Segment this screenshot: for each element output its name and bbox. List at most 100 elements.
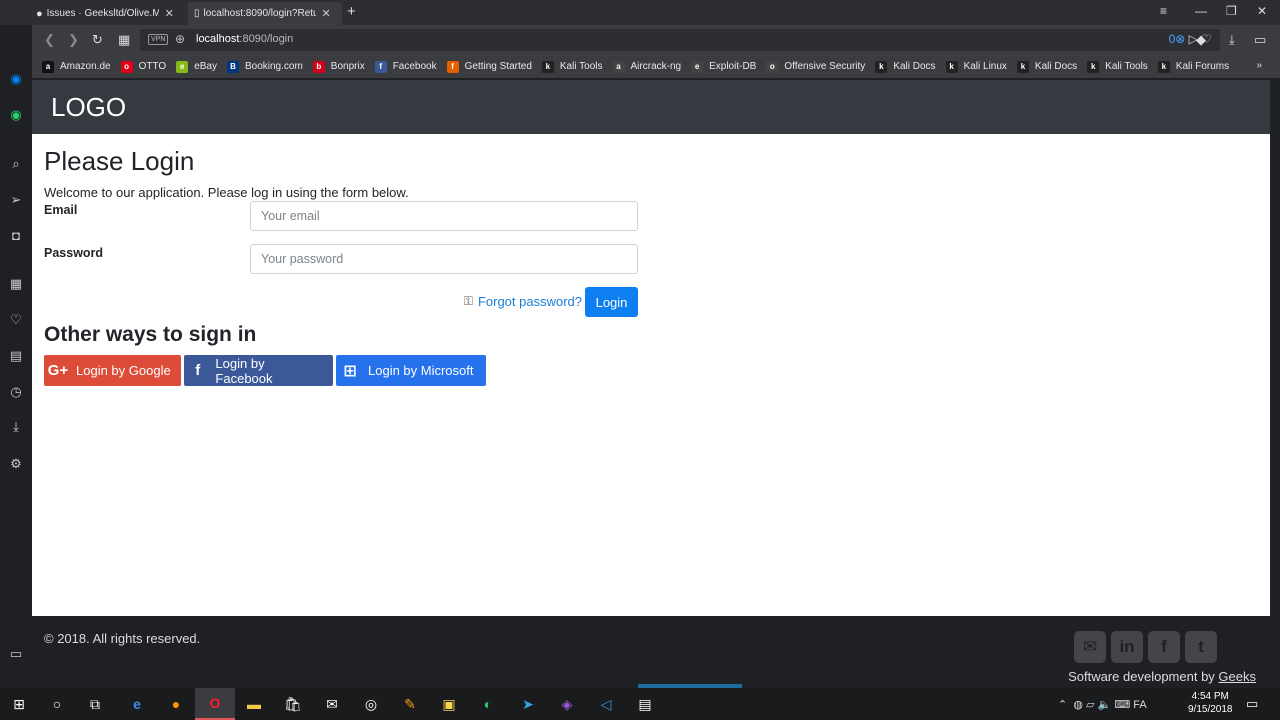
send-icon[interactable]: ➢ <box>7 191 25 209</box>
minimize-icon[interactable]: — <box>1195 4 1207 18</box>
bookmark-item[interactable]: k Kali Linux <box>945 60 1007 73</box>
bookmark-item[interactable]: k Kali Forums <box>1157 60 1229 73</box>
telegram-icon[interactable]: ➤ <box>517 694 539 714</box>
language-indicator[interactable]: FA <box>1133 699 1146 711</box>
url-text[interactable]: localhost:8090/login <box>196 33 293 45</box>
adblock-icon[interactable]: 0⊗ <box>1169 32 1186 46</box>
forward-icon[interactable]: ❯ <box>68 32 79 48</box>
bookmark-item[interactable]: k Kali Tools <box>541 60 603 73</box>
bookmark-favicon-icon: b <box>312 60 325 73</box>
reload-icon[interactable]: ↻ <box>92 32 103 48</box>
password-field[interactable] <box>250 244 638 274</box>
bookmarks-more-icon[interactable]: » <box>1256 60 1262 71</box>
login-button[interactable]: Login <box>585 287 638 317</box>
task-view-icon[interactable]: ⧉ <box>84 694 106 714</box>
bookmark-item[interactable]: k Kali Tools <box>1087 60 1148 73</box>
file-explorer-icon[interactable]: ▬ <box>243 694 265 714</box>
bookmark-item[interactable]: f Facebook <box>374 60 437 73</box>
login-google-label: Login by Google <box>76 363 171 378</box>
notification-icon[interactable]: ▭ <box>1246 696 1258 712</box>
messenger-icon[interactable]: ◉ <box>7 70 25 88</box>
bookmark-favicon-icon: f <box>446 60 459 73</box>
bookmark-item[interactable]: b Bonprix <box>312 60 365 73</box>
bookmark-favicon-icon: k <box>875 60 888 73</box>
history-icon[interactable]: ◷ <box>7 383 25 401</box>
bookmark-favicon-icon: k <box>1016 60 1029 73</box>
bookmark-item[interactable]: o Offensive Security <box>766 60 865 73</box>
windows-start-icon[interactable]: ⊞ <box>8 694 30 714</box>
chevron-up-icon[interactable]: ⌃ <box>1058 699 1067 711</box>
close-icon[interactable]: ✕ <box>322 7 331 20</box>
cortana-icon[interactable]: ○ <box>46 694 68 714</box>
sidebar-toggle-icon[interactable]: ▭ <box>7 645 25 663</box>
tab-title: localhost:8090/login?Retu <box>203 8 316 19</box>
bookmark-item[interactable]: k Kali Docs <box>1016 60 1077 73</box>
window-app-icon[interactable]: ▤ <box>634 694 656 714</box>
facebook-icon[interactable]: f <box>1148 631 1180 663</box>
site-logo[interactable]: LOGO <box>51 92 126 123</box>
camera-icon[interactable]: ◘ <box>7 226 25 244</box>
url-field[interactable]: VPN ⊕ localhost:8090/login 0⊗ ▷ ♡ <box>140 29 1220 51</box>
login-microsoft-button[interactable]: ⊞ Login by Microsoft <box>336 355 486 386</box>
tab-github-issues[interactable]: ● Issues · Geeksltd/Olive.Mv ✕ <box>30 2 186 25</box>
speed-dial-icon[interactable]: ▦ <box>7 275 25 293</box>
tabs-grid-icon[interactable]: ▦ <box>118 32 130 48</box>
network-icon[interactable]: ◍ <box>1073 699 1083 711</box>
linkedin-icon[interactable]: in <box>1111 631 1143 663</box>
bookmark-label: Booking.com <box>244 61 303 72</box>
page-scrollbar[interactable] <box>1270 80 1280 688</box>
bookmark-label: Amazon.de <box>60 61 111 72</box>
bookmark-item[interactable]: e eBay <box>176 60 217 73</box>
bookmark-favicon-icon: k <box>1157 60 1170 73</box>
twitter-icon[interactable]: t <box>1185 631 1217 663</box>
email-icon[interactable]: ✉ <box>1074 631 1106 663</box>
extension-icon[interactable]: ◆ <box>1196 32 1206 48</box>
wifi-icon[interactable]: ▱ <box>1086 699 1094 711</box>
clock-time: 4:54 PM <box>1191 691 1229 702</box>
bookmark-label: Kali Docs <box>893 61 936 72</box>
settings-icon[interactable]: ⚙ <box>7 455 25 473</box>
tab-localhost-login[interactable]: ▯ localhost:8090/login?Retu ✕ <box>188 2 342 25</box>
bookmark-item[interactable]: k Kali Docs <box>875 60 936 73</box>
vscode-icon[interactable]: ◁ <box>595 694 617 714</box>
geeks-link[interactable]: Geeks <box>1218 669 1256 684</box>
download-icon[interactable]: ⤓ <box>1229 32 1235 48</box>
back-icon[interactable]: ❮ <box>44 32 55 48</box>
visual-studio-icon[interactable]: ◈ <box>556 694 578 714</box>
app-icon[interactable]: ✎ <box>399 694 421 714</box>
heart-icon[interactable]: ♡ <box>7 311 25 329</box>
window-close-icon[interactable]: ✕ <box>1257 4 1267 18</box>
login-facebook-button[interactable]: f Login by Facebook <box>184 355 333 386</box>
browser-app-icon[interactable]: ◐ <box>477 694 499 714</box>
password-row: Password <box>44 244 1258 287</box>
bookmark-item[interactable]: f Getting Started <box>446 60 532 73</box>
bookmark-item[interactable]: a Amazon.de <box>42 60 111 73</box>
close-icon[interactable]: ✕ <box>165 7 174 20</box>
restore-icon[interactable]: ❐ <box>1226 4 1237 18</box>
tab-menu-icon[interactable]: ≡ <box>1160 4 1167 18</box>
edge-icon[interactable]: e <box>126 694 148 714</box>
firefox-icon[interactable]: ● <box>165 694 187 714</box>
volume-icon[interactable]: 🔈 <box>1098 699 1112 711</box>
store-icon[interactable]: 🛍 <box>282 694 304 714</box>
bookmark-item[interactable]: e Exploit-DB <box>691 60 756 73</box>
email-field[interactable] <box>250 201 638 231</box>
keyboard-icon[interactable]: ⌨ <box>1114 699 1130 711</box>
opera-icon[interactable]: O <box>195 688 235 720</box>
battery-saver-icon[interactable]: ▭ <box>1254 32 1266 48</box>
forgot-password-link[interactable]: ⚿ Forgot password? <box>464 294 582 309</box>
news-icon[interactable]: ▤ <box>7 347 25 365</box>
downloads-icon[interactable]: ⤓ <box>7 418 25 436</box>
media-player-icon[interactable]: ◎ <box>360 694 382 714</box>
sticky-notes-icon[interactable]: ▣ <box>438 694 460 714</box>
whatsapp-icon[interactable]: ◉ <box>7 106 25 124</box>
bookmark-item[interactable]: B Booking.com <box>226 60 303 73</box>
clock[interactable]: 4:54 PM 9/15/2018 <box>1188 690 1233 716</box>
bookmark-item[interactable]: a Aircrack-ng <box>612 60 681 73</box>
search-icon[interactable]: ⌕ <box>7 155 25 173</box>
new-tab-icon[interactable]: + <box>347 3 356 20</box>
mail-icon[interactable]: ✉ <box>321 694 343 714</box>
login-google-button[interactable]: G+ Login by Google <box>44 355 181 386</box>
vpn-badge[interactable]: VPN <box>148 34 169 45</box>
bookmark-item[interactable]: o OTTO <box>120 60 166 73</box>
